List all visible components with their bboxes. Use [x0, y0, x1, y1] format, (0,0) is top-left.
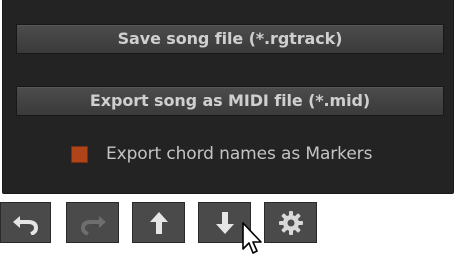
arrow-up-icon	[149, 211, 168, 234]
settings-button[interactable]	[264, 202, 317, 243]
bottom-toolbar	[0, 194, 456, 258]
gear-icon	[278, 210, 303, 235]
save-song-file-button[interactable]: Save song file (*.rgtrack)	[16, 24, 444, 54]
redo-icon	[80, 215, 106, 235]
arrow-down-icon	[215, 211, 234, 234]
undo-icon	[12, 215, 38, 235]
export-chord-names-label: Export chord names as Markers	[106, 144, 373, 164]
export-chord-names-option[interactable]: Export chord names as Markers	[71, 142, 372, 166]
export-midi-button[interactable]: Export song as MIDI file (*.mid)	[16, 86, 444, 116]
mouse-cursor-icon	[242, 222, 262, 254]
move-up-button[interactable]	[132, 202, 185, 243]
undo-button[interactable]	[0, 202, 51, 243]
redo-button[interactable]	[66, 202, 119, 243]
export-chord-names-checkbox[interactable]	[71, 145, 88, 163]
export-panel: Save song file (*.rgtrack) Export song a…	[2, 0, 454, 194]
